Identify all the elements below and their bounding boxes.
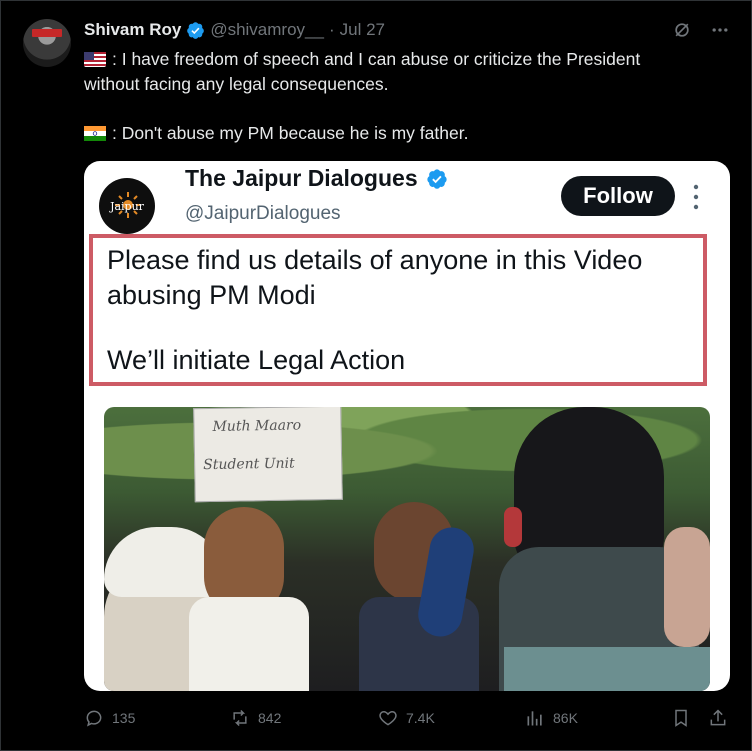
bookmark-icon <box>675 709 687 727</box>
more-options-icon[interactable] <box>710 20 730 40</box>
tweet-date[interactable]: Jul 27 <box>340 20 385 40</box>
views-action[interactable]: 86K <box>525 708 578 728</box>
quoted-author-name: The Jaipur Dialogues <box>185 165 418 191</box>
repost-icon <box>233 709 247 727</box>
sign-text-2: Student Unit <box>203 455 295 474</box>
protest-sign: Muth Maaro Student Unit <box>193 407 343 503</box>
repost-action[interactable]: 842 <box>230 708 281 728</box>
india-flag-icon <box>84 126 106 141</box>
like-count: 7.4K <box>406 710 435 726</box>
grok-icon[interactable] <box>672 20 692 40</box>
like-action[interactable]: 7.4K <box>378 708 435 728</box>
share-action[interactable] <box>708 708 728 728</box>
highlighted-quote-box: Please find us details of anyone in this… <box>89 234 707 386</box>
jaipur-dialogues-logo[interactable]: Jaipur <box>99 178 155 234</box>
quoted-tweet-image[interactable]: Jaipur The Jaipur Dialogues @JaipurDialo… <box>84 161 730 691</box>
views-chart-icon <box>527 711 542 726</box>
logo-text: Jaipur <box>110 199 144 213</box>
tweet-text-line-2: without facing any legal consequences. <box>84 74 389 94</box>
author-handle[interactable]: @shivamroy__ <box>210 20 324 40</box>
reply-count: 135 <box>112 710 136 726</box>
quoted-verified-icon <box>426 168 447 189</box>
verified-badge-icon <box>187 21 205 39</box>
reply-icon <box>86 710 102 727</box>
quote-text-line-1: Please find us details of anyone in this… <box>107 245 643 275</box>
quoted-author-handle: @JaipurDialogues <box>185 203 341 224</box>
quoted-more-icon <box>693 184 699 210</box>
quoted-author-name-row: The Jaipur Dialogues <box>185 165 448 192</box>
sign-text-1: Muth Maaro <box>212 417 302 435</box>
follow-button: Follow <box>561 176 675 216</box>
repost-count: 842 <box>258 710 282 726</box>
heart-icon <box>379 710 397 726</box>
share-icon <box>710 709 726 726</box>
tweet-text-1: : I have freedom of speech and I can abu… <box>112 49 641 69</box>
views-count: 86K <box>553 710 578 726</box>
protest-video-frame: Muth Maaro Student Unit <box>104 407 710 691</box>
separator-dot: · <box>328 20 335 39</box>
reply-action[interactable]: 135 <box>84 708 135 728</box>
quote-text-line-3: We’ll initiate Legal Action <box>107 345 406 375</box>
tweet-text-line-3: : Don't abuse my PM because he is my fat… <box>84 121 468 145</box>
tweet-top-actions <box>672 20 730 40</box>
quote-text-line-2: abusing PM Modi <box>107 280 316 310</box>
tweet-text-line-1: : I have freedom of speech and I can abu… <box>84 47 640 71</box>
tweet-action-bar: 135 842 7.4K 86K <box>0 708 752 730</box>
bookmark-action[interactable] <box>671 708 691 728</box>
author-avatar[interactable] <box>23 19 71 67</box>
tweet-header: Shivam Roy @shivamroy__ · Jul 27 <box>84 20 385 40</box>
us-flag-icon <box>84 52 106 67</box>
tweet-text-3: : Don't abuse my PM because he is my fat… <box>112 123 469 143</box>
author-name[interactable]: Shivam Roy <box>84 20 181 40</box>
